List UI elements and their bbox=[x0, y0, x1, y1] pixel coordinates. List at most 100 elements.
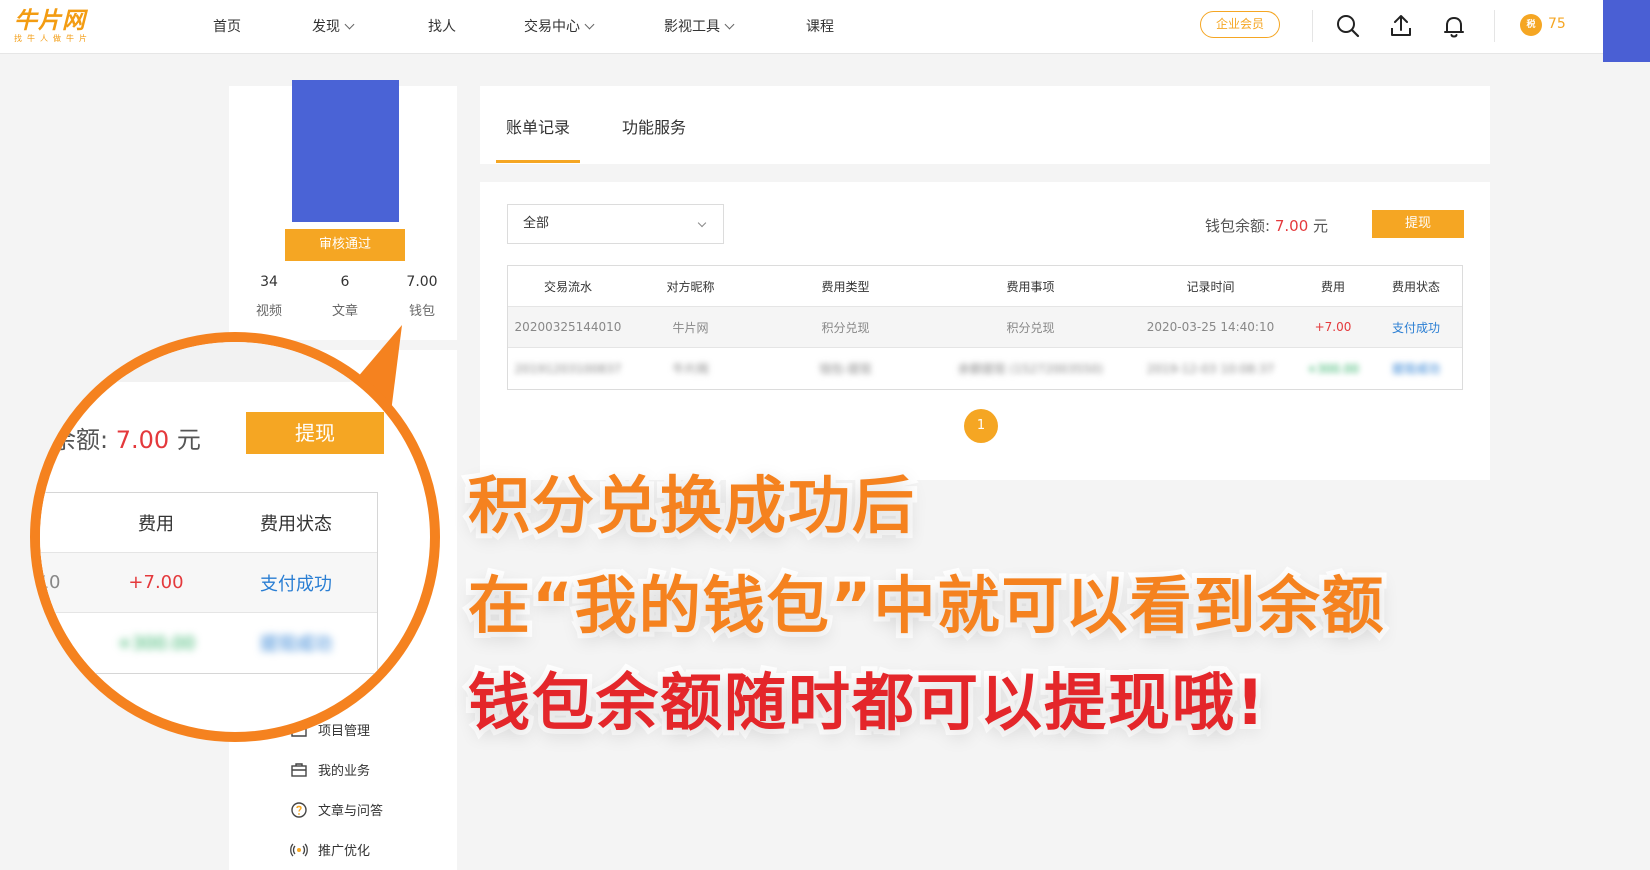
tab-function-services[interactable]: 功能服务 bbox=[622, 114, 686, 138]
chevron-down-icon bbox=[584, 19, 595, 29]
stat-label: 视频 bbox=[255, 304, 282, 319]
wallet-balance-unit: 元 bbox=[1313, 217, 1329, 235]
column-header: 费用状态 bbox=[260, 513, 332, 535]
magnifier-balance-unit: 元 bbox=[176, 426, 201, 454]
table-row[interactable]: 20200325144010 牛片网 积分兑现 积分兑现 2020-03-25 … bbox=[508, 307, 1462, 348]
fee-type-cell: 钱包-提现 bbox=[819, 362, 872, 376]
time-cell: :10 bbox=[31, 572, 61, 593]
sidebar-item-articles[interactable]: 文章与问答 bbox=[290, 800, 383, 819]
stat-label: 钱包 bbox=[408, 304, 435, 319]
nav-label: 课程 bbox=[806, 19, 834, 35]
sidebar-item-business[interactable]: 我的业务 bbox=[290, 760, 370, 779]
magnifier-content: 余额: 7.00 元 提现 费用 费用状态 :10 +7.00 支付成功 +30… bbox=[40, 342, 430, 732]
status-cell: 支付成功 bbox=[260, 573, 332, 595]
magnifier-balance-amount: 7.00 bbox=[115, 426, 170, 454]
bill-table: 交易流水 对方昵称 费用类型 费用事项 记录时间 费用 费用状态 2020032… bbox=[507, 265, 1463, 390]
broadcast-icon bbox=[290, 843, 308, 856]
coin-icon: 税 bbox=[1520, 14, 1542, 36]
fee-item-cell: 余额提现 (15272003550) bbox=[957, 362, 1104, 376]
tab-bill-records[interactable]: 账单记录 bbox=[506, 114, 570, 138]
stat-wallet[interactable]: 7.00 钱包 bbox=[392, 274, 452, 319]
briefcase-icon bbox=[291, 762, 307, 777]
serial-cell: 20200325144010 bbox=[514, 320, 622, 334]
stat-value: 7.00 bbox=[406, 274, 438, 290]
divider bbox=[1312, 10, 1313, 42]
filter-value: 全部 bbox=[523, 216, 550, 231]
sidebar-item-label: 我的业务 bbox=[318, 764, 371, 779]
nav-label: 发现 bbox=[312, 19, 340, 35]
site-logo[interactable]: 牛片网 找牛人做牛片 bbox=[14, 8, 114, 46]
question-icon bbox=[291, 801, 307, 818]
nickname-cell: 牛片网 bbox=[672, 320, 709, 335]
avatar[interactable] bbox=[292, 80, 399, 222]
search-icon[interactable] bbox=[1334, 12, 1362, 40]
time-cell: 2020-03-25 14:40:10 bbox=[1146, 320, 1275, 334]
column-header: 交易流水 bbox=[543, 279, 592, 294]
stat-articles[interactable]: 6 文章 bbox=[315, 274, 375, 319]
status-cell[interactable]: 提现成功 bbox=[1368, 360, 1464, 377]
status-cell: 提现成功 bbox=[260, 634, 332, 655]
nav-video-tools[interactable]: 影视工具 bbox=[664, 16, 735, 36]
amount-cell: +7.00 bbox=[1314, 320, 1352, 334]
nav-label: 交易中心 bbox=[524, 19, 580, 35]
chevron-down-icon bbox=[724, 19, 735, 29]
magnifier-row: :10 +7.00 支付成功 bbox=[31, 553, 377, 613]
status-cell[interactable]: 支付成功 bbox=[1368, 319, 1464, 336]
logo-text: 牛片网 bbox=[14, 8, 86, 34]
type-filter-select[interactable]: 全部 bbox=[507, 204, 724, 244]
nav-find-people[interactable]: 找人 bbox=[428, 16, 456, 36]
amount-cell: +300.00 bbox=[1306, 361, 1360, 376]
column-header: 费用事项 bbox=[1006, 279, 1055, 294]
stat-value: 6 bbox=[340, 274, 350, 290]
magnifier-balance: 余额: 7.00 元 bbox=[52, 420, 201, 455]
sidebar-item-promotion[interactable]: 推广优化 bbox=[290, 840, 370, 859]
caption-line-1: 积分兑换成功后 bbox=[463, 464, 919, 547]
nav-home[interactable]: 首页 bbox=[213, 16, 241, 36]
caption-line-3: 钱包余额随时都可以提现哦! bbox=[463, 661, 1269, 744]
table-header-row: 交易流水 对方昵称 费用类型 费用事项 记录时间 费用 费用状态 bbox=[508, 266, 1462, 307]
sidebar-item-label: 文章与问答 bbox=[318, 804, 384, 819]
bell-icon[interactable] bbox=[1440, 12, 1468, 40]
magnifier-callout: 余额: 7.00 元 提现 费用 费用状态 :10 +7.00 支付成功 +30… bbox=[30, 332, 440, 742]
wallet-balance-amount: 7.00 bbox=[1274, 217, 1309, 235]
stat-value: 34 bbox=[260, 274, 278, 290]
sidebar-item-label: 推广优化 bbox=[318, 844, 371, 859]
nav-label: 找人 bbox=[428, 19, 456, 35]
column-header: 费用类型 bbox=[821, 279, 870, 294]
audit-status-badge: 审核通过 bbox=[285, 229, 405, 261]
coin-count[interactable]: 75 bbox=[1548, 16, 1566, 32]
table-row[interactable]: 20191203100837 牛片网 钱包-提现 余额提现 (152720035… bbox=[508, 348, 1462, 389]
column-header: 对方昵称 bbox=[666, 279, 715, 294]
serial-cell: 20191203100837 bbox=[514, 361, 622, 376]
column-header: 记录时间 bbox=[1186, 279, 1235, 294]
wallet-balance-label: 钱包余额: bbox=[1205, 217, 1271, 235]
stat-videos[interactable]: 34 视频 bbox=[239, 274, 299, 319]
magnifier-withdraw-button: 提现 bbox=[246, 412, 384, 454]
column-header: 费用 bbox=[1320, 279, 1345, 294]
magnifier-row: +300.00 提现成功 bbox=[40, 613, 377, 673]
chevron-down-icon bbox=[344, 19, 355, 29]
wallet-balance: 钱包余额: 7.00 元 bbox=[1205, 215, 1328, 236]
nav-courses[interactable]: 课程 bbox=[806, 16, 834, 36]
pagination-page[interactable]: 1 bbox=[964, 409, 998, 443]
fee-type-cell: 积分兑现 bbox=[821, 320, 870, 335]
active-tab-indicator bbox=[496, 160, 580, 163]
magnifier-header-strip bbox=[40, 342, 430, 382]
magnifier-header-row: 费用 费用状态 bbox=[40, 493, 377, 553]
fee-item-cell: 积分兑现 bbox=[1006, 320, 1055, 335]
withdraw-button[interactable]: 提现 bbox=[1372, 210, 1464, 238]
amount-cell: +300.00 bbox=[116, 632, 196, 654]
column-header: 费用 bbox=[138, 513, 174, 535]
stat-label: 文章 bbox=[331, 304, 358, 319]
divider bbox=[1494, 10, 1495, 42]
nav-discover[interactable]: 发现 bbox=[312, 16, 355, 36]
chevron-down-icon bbox=[697, 218, 707, 228]
nickname-cell: 牛片网 bbox=[672, 362, 709, 376]
nav-label: 首页 bbox=[213, 19, 241, 35]
enterprise-member-button[interactable]: 企业会员 bbox=[1200, 11, 1280, 38]
upload-icon[interactable] bbox=[1387, 12, 1415, 40]
caption-line-2: 在“我的钱包”中就可以看到余额 bbox=[463, 564, 1388, 647]
nav-trade-center[interactable]: 交易中心 bbox=[524, 16, 595, 36]
time-cell: 2019-12-03 10:08:37 bbox=[1146, 361, 1275, 376]
magnifier-table: 费用 费用状态 :10 +7.00 支付成功 +300.00 提现成功 bbox=[31, 492, 378, 674]
